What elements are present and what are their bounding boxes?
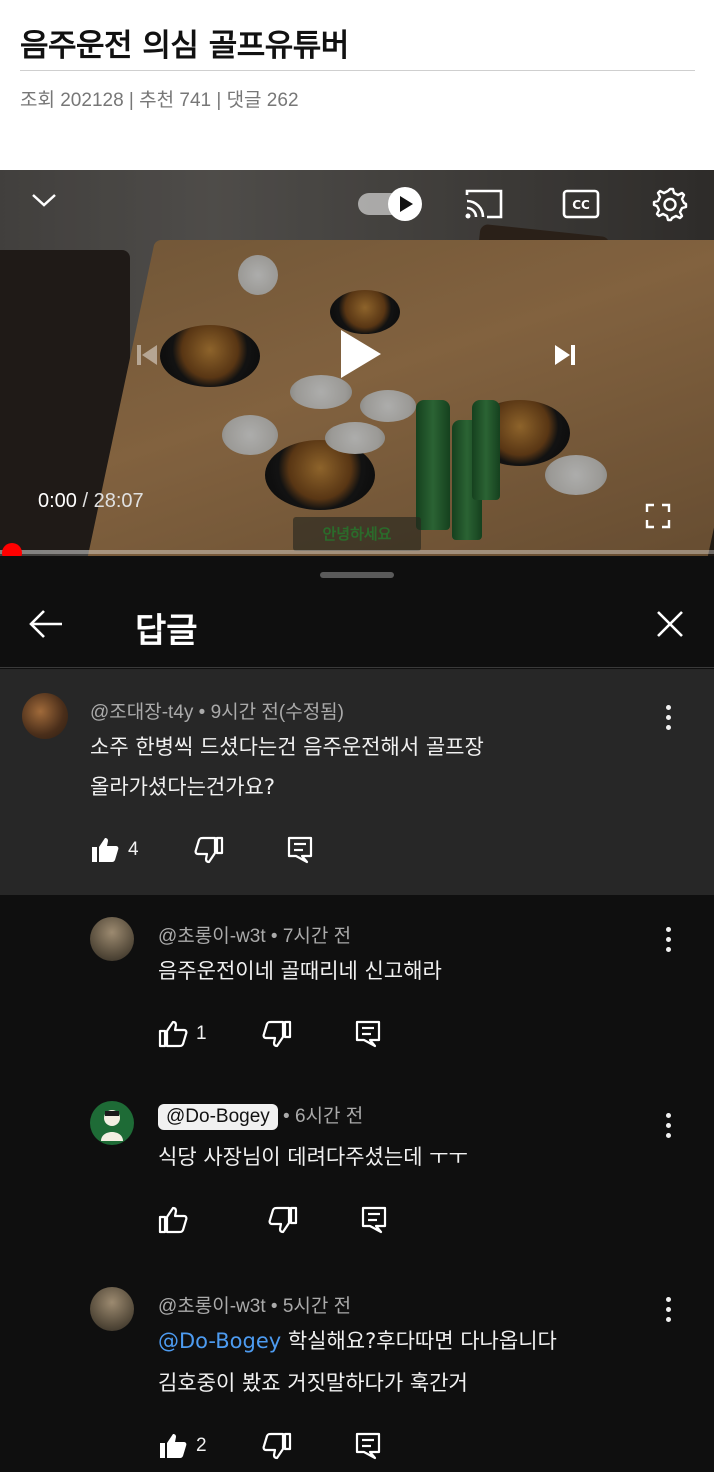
comment-author-meta: @조대장-t4y • 9시간 전(수정됨) <box>90 702 344 723</box>
reply-item: @Do-Bogey • 6시간 전 식당 사장님이 데려다주셨는데 ㅜㅜ <box>0 1081 714 1267</box>
comment-text-line: @Do-Bogey 학실해요?후다따면 다나옵니다 <box>158 1321 557 1361</box>
progress-scrubber[interactable] <box>2 543 22 556</box>
svg-text:CC: CC <box>572 198 590 212</box>
thumbs-down-icon <box>194 836 223 864</box>
avatar[interactable] <box>90 917 134 961</box>
more-options-icon[interactable] <box>663 1297 673 1323</box>
like-button[interactable]: 4 <box>90 836 139 864</box>
comment-text-line: 소주 한병씩 드셨다는건 음주운전해서 골프장 <box>90 735 484 759</box>
burned-in-caption: 안녕하세요 <box>293 517 421 551</box>
dislike-button[interactable] <box>262 1020 292 1048</box>
thumbs-up-filled-icon <box>92 838 119 862</box>
avatar[interactable] <box>22 693 68 739</box>
post-title: 음주운전 의심 골프유튜버 <box>20 28 349 64</box>
comment-text-line: 음주운전이네 골때리네 신고해라 <box>158 959 442 983</box>
reply-comment-icon <box>287 836 312 864</box>
progress-bar[interactable] <box>0 550 714 554</box>
more-options-icon[interactable] <box>663 1113 673 1139</box>
reply-comment-icon <box>361 1206 387 1234</box>
more-options-icon[interactable] <box>663 927 673 953</box>
video-player[interactable]: CC 0:00 / 28:07 안녕하세요 <box>0 170 714 556</box>
duration: / 28:07 <box>76 490 144 512</box>
post-header: 음주운전 의심 골프유튜버 조회 202128 | 추천 741 | 댓글 26… <box>0 0 714 170</box>
thumbs-down-icon <box>262 1432 291 1460</box>
comment-actions: 2 <box>158 1431 382 1461</box>
comment-author-meta: @초롱이-w3t • 7시간 전 <box>158 926 352 947</box>
thumbs-up-icon <box>158 1206 188 1234</box>
play-icon[interactable] <box>333 324 387 384</box>
dislike-button[interactable] <box>262 1432 292 1460</box>
reply-comment-icon <box>355 1020 380 1048</box>
channel-owner-chip[interactable]: @Do-Bogey <box>158 1104 278 1130</box>
back-arrow-icon[interactable] <box>26 606 66 642</box>
comment-text-line: 올라가셨다는건가요? <box>90 775 276 799</box>
drag-handle[interactable] <box>320 572 394 578</box>
replies-panel: 답글 @조대장-t4y • 9시간 전(수정됨) 소주 한병씩 드셨다는건 음주… <box>0 556 714 1472</box>
comment-actions <box>158 1205 388 1235</box>
thumbs-down-icon <box>262 1020 291 1048</box>
closed-captions-icon[interactable]: CC <box>561 186 601 222</box>
next-icon[interactable] <box>550 340 580 370</box>
reply-comment-icon <box>355 1432 380 1460</box>
settings-icon[interactable] <box>650 184 690 224</box>
playback-time: 0:00 / 28:07 <box>38 490 144 513</box>
reply-button[interactable] <box>354 1019 382 1049</box>
comment-text-line: 식당 사장님이 데려다주셨는데 ㅜㅜ <box>158 1145 468 1169</box>
parent-comment: @조대장-t4y • 9시간 전(수정됨) 소주 한병씩 드셨다는건 음주운전해… <box>0 669 714 895</box>
current-time: 0:00 <box>38 490 77 512</box>
reply-item: @초롱이-w3t • 7시간 전 음주운전이네 골때리네 신고해라 1 <box>0 895 714 1081</box>
previous-icon[interactable] <box>132 340 162 370</box>
thumbs-up-filled-icon <box>160 1434 187 1458</box>
autoplay-toggle-icon[interactable] <box>356 186 426 222</box>
panel-title: 답글 <box>135 611 198 651</box>
comment-author-meta: @Do-Bogey • 6시간 전 <box>158 1101 363 1130</box>
like-button[interactable] <box>158 1206 196 1234</box>
cast-icon[interactable] <box>462 186 506 222</box>
like-count: 2 <box>196 1435 207 1456</box>
mention-link[interactable]: @Do-Bogey <box>158 1329 281 1353</box>
comment-actions: 1 <box>158 1019 382 1049</box>
like-count: 4 <box>128 839 139 860</box>
like-button[interactable]: 2 <box>158 1432 207 1460</box>
dislike-button[interactable] <box>268 1206 298 1234</box>
comment-time: • 6시간 전 <box>277 1106 364 1127</box>
dislike-button[interactable] <box>194 836 224 864</box>
comment-text: 학실해요?후다따면 다나옵니다 <box>281 1329 557 1353</box>
close-icon[interactable] <box>652 606 688 642</box>
reply-button[interactable] <box>286 835 314 865</box>
post-stats: 조회 202128 | 추천 741 | 댓글 262 <box>20 90 299 111</box>
reply-button[interactable] <box>354 1431 382 1461</box>
comment-author-meta: @초롱이-w3t • 5시간 전 <box>158 1296 352 1317</box>
reply-item: @초롱이-w3t • 5시간 전 @Do-Bogey 학실해요?후다따면 다나옵… <box>0 1267 714 1472</box>
divider <box>20 70 695 71</box>
more-options-icon[interactable] <box>663 705 673 731</box>
reply-button[interactable] <box>360 1205 388 1235</box>
panel-header: 답글 <box>0 586 714 668</box>
like-count: 1 <box>196 1023 207 1044</box>
comment-actions: 4 <box>90 835 314 865</box>
fullscreen-icon[interactable] <box>644 502 672 530</box>
avatar[interactable] <box>90 1287 134 1331</box>
thumbs-up-icon <box>158 1020 188 1048</box>
avatar[interactable] <box>90 1101 134 1145</box>
thumbs-down-icon <box>268 1206 298 1234</box>
comment-text-line: 김호중이 봤죠 거짓말하다가 훅간거 <box>158 1371 468 1395</box>
like-button[interactable]: 1 <box>158 1020 207 1048</box>
chevron-down-icon[interactable] <box>28 188 60 212</box>
